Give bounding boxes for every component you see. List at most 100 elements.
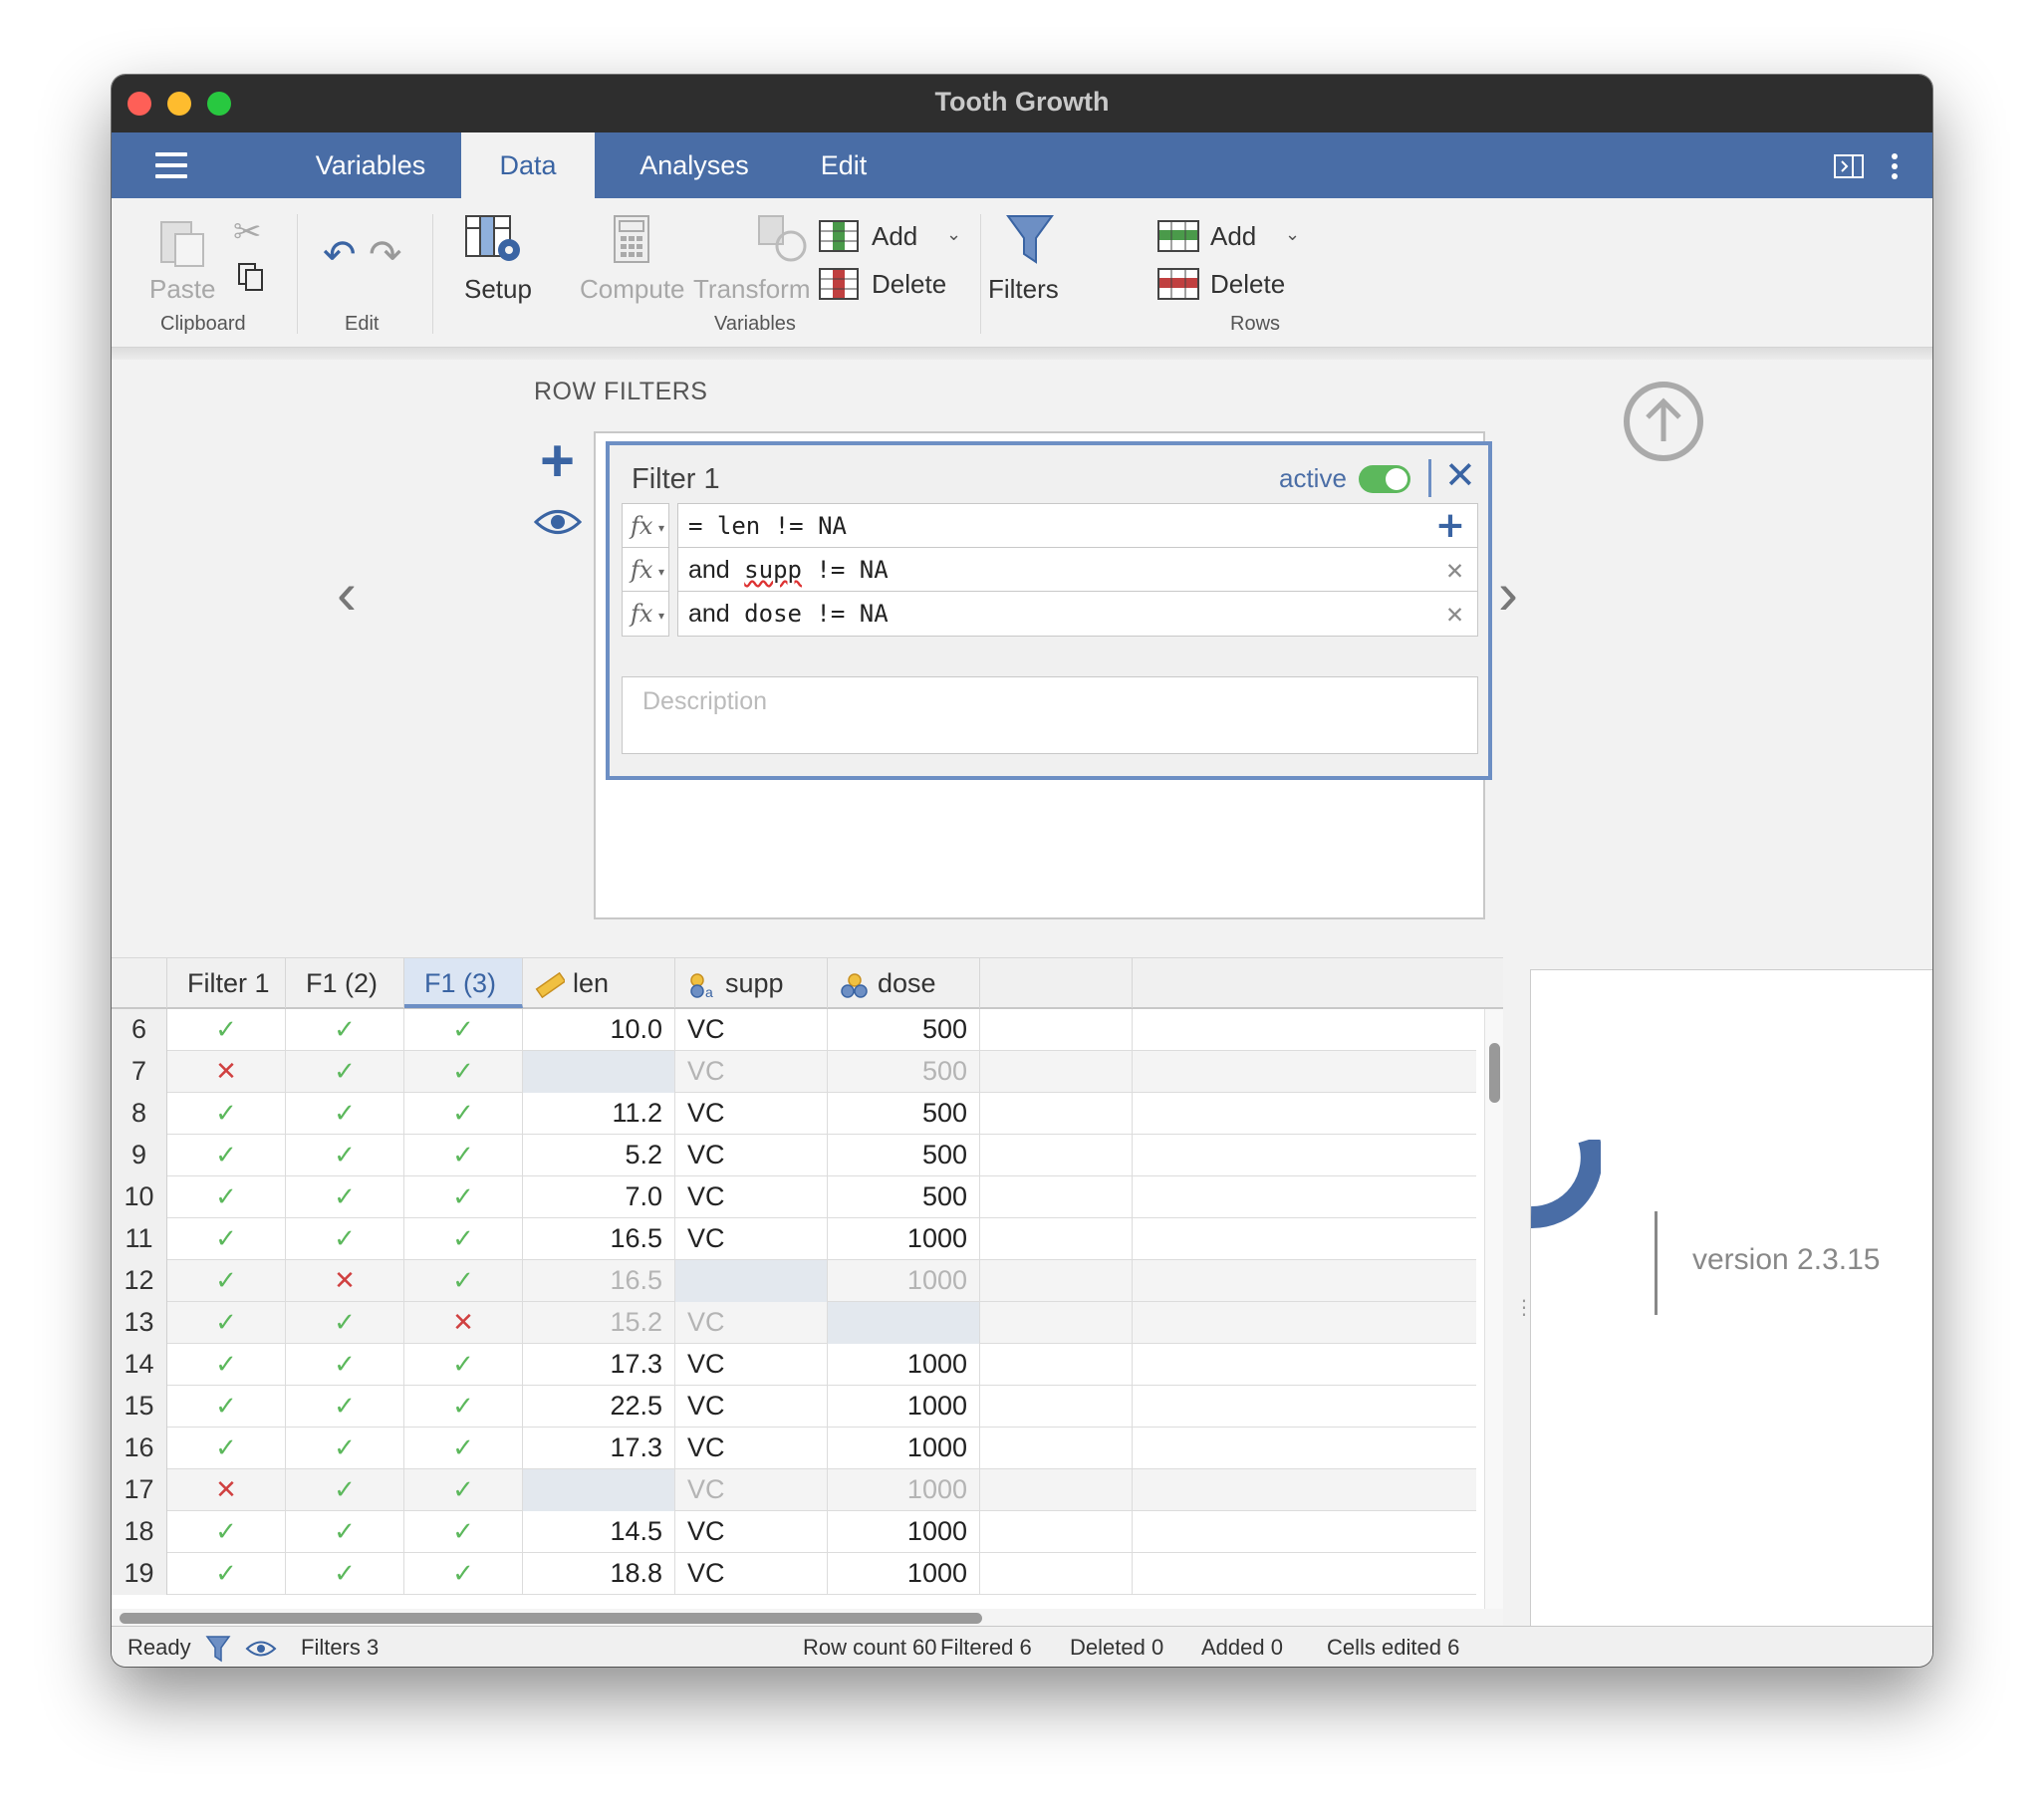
add-row-dropdown-icon[interactable]: ⌄ <box>1285 224 1300 245</box>
copy-icon[interactable] <box>237 262 265 292</box>
delete-row-button[interactable]: Delete <box>1210 269 1285 300</box>
data-cell-supp[interactable]: VC <box>675 1344 828 1386</box>
row-number[interactable]: 15 <box>112 1386 167 1428</box>
data-cell-supp[interactable]: VC <box>675 1469 828 1511</box>
data-cell-dose[interactable]: 500 <box>828 1009 980 1051</box>
transform-button[interactable]: Transform <box>693 274 811 305</box>
redo-icon[interactable]: ↷ <box>369 232 402 278</box>
column-header-len[interactable]: len <box>523 958 675 1008</box>
data-cell-len[interactable]: 5.2 <box>523 1135 675 1176</box>
filter-active-toggle[interactable] <box>1359 465 1410 493</box>
data-cell-dose[interactable]: 1000 <box>828 1553 980 1595</box>
data-cell-len[interactable]: 18.8 <box>523 1553 675 1595</box>
row-number[interactable]: 6 <box>112 1009 167 1051</box>
data-cell-supp[interactable]: VC <box>675 1428 828 1469</box>
data-cell-len[interactable]: 16.5 <box>523 1260 675 1302</box>
column-header-f1-2[interactable]: F1 (2) <box>286 958 404 1008</box>
data-cell-len[interactable]: 10.0 <box>523 1009 675 1051</box>
data-cell-len[interactable]: 7.0 <box>523 1176 675 1218</box>
data-cell-dose[interactable]: 500 <box>828 1093 980 1135</box>
data-cell-len[interactable] <box>523 1051 675 1093</box>
empty-cell[interactable] <box>980 1218 1133 1260</box>
data-cell-dose[interactable]: 500 <box>828 1135 980 1176</box>
grid-vertical-scrollbar[interactable] <box>1484 1009 1503 1609</box>
data-cell-len[interactable]: 11.2 <box>523 1093 675 1135</box>
row-number[interactable]: 12 <box>112 1260 167 1302</box>
menu-icon[interactable] <box>155 152 187 178</box>
empty-cell[interactable] <box>980 1093 1133 1135</box>
filter-expression-input[interactable]: = len != NA + <box>677 503 1478 549</box>
add-variable-dropdown-icon[interactable]: ⌄ <box>946 224 961 245</box>
undo-icon[interactable]: ↶ <box>323 232 357 278</box>
filter-description-input[interactable]: Description <box>622 676 1478 754</box>
row-number[interactable]: 14 <box>112 1344 167 1386</box>
data-cell-dose[interactable]: 500 <box>828 1176 980 1218</box>
show-filter-columns-eye-icon[interactable] <box>534 507 582 537</box>
row-number[interactable]: 7 <box>112 1051 167 1093</box>
data-cell-supp[interactable]: VC <box>675 1218 828 1260</box>
data-cell-dose[interactable]: 1000 <box>828 1469 980 1511</box>
setup-button[interactable]: Setup <box>464 274 532 305</box>
remove-condition-icon[interactable]: ✕ <box>1446 548 1463 592</box>
filters-button[interactable]: Filters <box>988 274 1059 305</box>
data-cell-supp[interactable] <box>675 1260 828 1302</box>
row-number[interactable]: 10 <box>112 1176 167 1218</box>
empty-cell[interactable] <box>980 1428 1133 1469</box>
empty-cell[interactable] <box>980 1344 1133 1386</box>
data-cell-supp[interactable]: VC <box>675 1302 828 1344</box>
data-cell-dose[interactable]: 1000 <box>828 1428 980 1469</box>
data-cell-dose[interactable]: 1000 <box>828 1260 980 1302</box>
row-number[interactable]: 9 <box>112 1135 167 1176</box>
row-number[interactable]: 16 <box>112 1428 167 1469</box>
data-cell-len[interactable]: 22.5 <box>523 1386 675 1428</box>
add-variable-button[interactable]: Add <box>872 221 917 252</box>
empty-cell[interactable] <box>980 1009 1133 1051</box>
row-number[interactable]: 13 <box>112 1302 167 1344</box>
data-cell-len[interactable]: 14.5 <box>523 1511 675 1553</box>
empty-cell[interactable] <box>980 1469 1133 1511</box>
function-picker-icon[interactable]: fx ▾ <box>622 591 669 637</box>
status-eye-icon[interactable] <box>245 1639 277 1659</box>
data-cell-dose[interactable]: 1000 <box>828 1386 980 1428</box>
data-cell-dose[interactable]: 500 <box>828 1051 980 1093</box>
row-number[interactable]: 8 <box>112 1093 167 1135</box>
add-row-button[interactable]: Add <box>1210 221 1256 252</box>
empty-cell[interactable] <box>980 1553 1133 1595</box>
empty-cell[interactable] <box>980 1386 1133 1428</box>
data-cell-len[interactable]: 17.3 <box>523 1344 675 1386</box>
empty-cell[interactable] <box>980 1176 1133 1218</box>
cut-icon[interactable]: ✂ <box>233 212 262 252</box>
empty-cell[interactable] <box>980 1051 1133 1093</box>
tab-variables[interactable]: Variables <box>296 132 445 198</box>
function-picker-icon[interactable]: fx ▾ <box>622 547 669 593</box>
empty-cell[interactable] <box>980 1260 1133 1302</box>
data-cell-dose[interactable]: 1000 <box>828 1344 980 1386</box>
data-cell-supp[interactable]: VC <box>675 1093 828 1135</box>
empty-cell[interactable] <box>980 1135 1133 1176</box>
tab-analyses[interactable]: Analyses <box>615 132 774 198</box>
data-cell-supp[interactable]: VC <box>675 1176 828 1218</box>
data-cell-dose[interactable]: 1000 <box>828 1218 980 1260</box>
add-filter-icon[interactable]: + <box>540 431 575 491</box>
column-header-filter-1[interactable]: Filter 1 <box>167 958 286 1008</box>
data-cell-supp[interactable]: VC <box>675 1553 828 1595</box>
delete-variable-button[interactable]: Delete <box>872 269 946 300</box>
function-picker-icon[interactable]: fx ▾ <box>622 503 669 549</box>
next-filter-arrow-icon[interactable]: › <box>1498 559 1518 628</box>
row-number[interactable]: 18 <box>112 1511 167 1553</box>
empty-cell[interactable] <box>980 1511 1133 1553</box>
compute-button[interactable]: Compute <box>580 274 685 305</box>
toggle-results-icon[interactable] <box>1834 154 1864 178</box>
data-cell-supp[interactable]: VC <box>675 1051 828 1093</box>
data-cell-dose[interactable] <box>828 1302 980 1344</box>
more-options-icon[interactable] <box>1891 152 1899 180</box>
tab-edit[interactable]: Edit <box>794 132 894 198</box>
tab-data[interactable]: Data <box>461 132 595 198</box>
data-cell-supp[interactable]: VC <box>675 1009 828 1051</box>
previous-filter-arrow-icon[interactable]: ‹ <box>337 559 357 628</box>
empty-cell[interactable] <box>980 1302 1133 1344</box>
row-number[interactable]: 11 <box>112 1218 167 1260</box>
data-cell-len[interactable]: 17.3 <box>523 1428 675 1469</box>
data-cell-supp[interactable]: VC <box>675 1386 828 1428</box>
row-number[interactable]: 19 <box>112 1553 167 1595</box>
